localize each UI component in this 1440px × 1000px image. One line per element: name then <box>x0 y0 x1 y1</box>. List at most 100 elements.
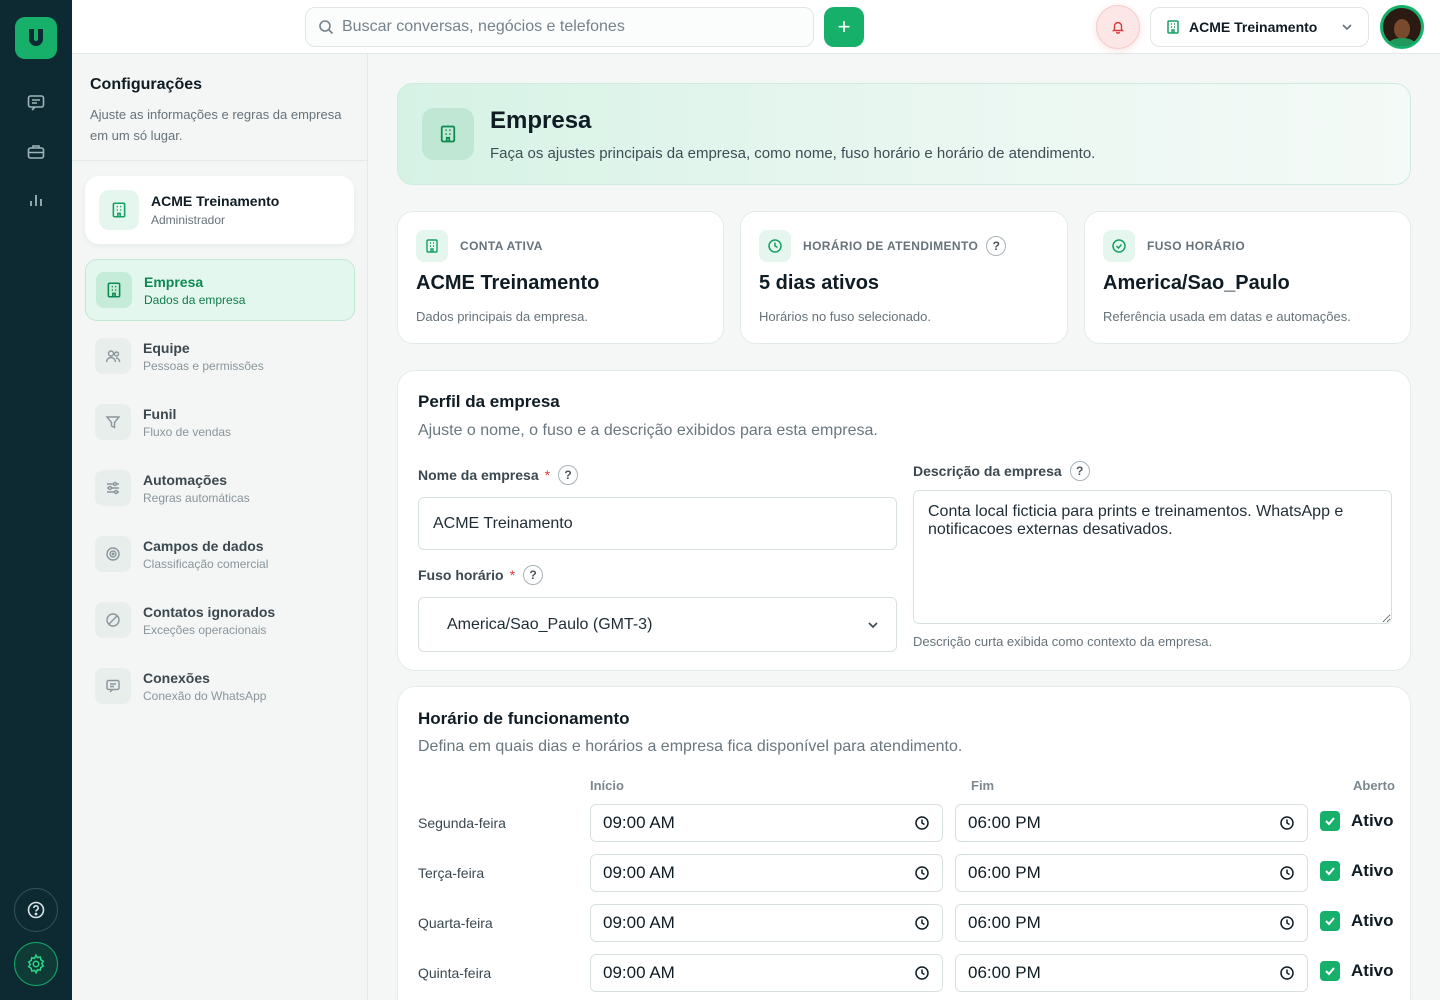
page-hero: Empresa Faça os ajustes principais da em… <box>397 83 1411 185</box>
end-time-value: 06:00 PM <box>968 963 1041 982</box>
add-button[interactable]: + <box>824 7 864 47</box>
account-name: ACME Treinamento <box>151 193 280 209</box>
company-switcher[interactable]: ACME Treinamento <box>1150 7 1369 47</box>
start-time-value: 09:00 AM <box>603 963 675 982</box>
settings-nav: Empresa Dados da empresa Equipe Pessoas e … <box>85 259 355 721</box>
page-title: Empresa <box>490 106 592 134</box>
end-time-input[interactable]: 06:00 PM <box>955 904 1308 942</box>
sliders-icon <box>95 470 131 506</box>
plus-icon: + <box>837 14 851 39</box>
nav-label: Empresa <box>144 273 204 290</box>
open-toggle[interactable]: Ativo <box>1320 961 1394 981</box>
end-time-input[interactable]: 06:00 PM <box>955 804 1308 842</box>
account-role: Administrador <box>151 213 226 227</box>
nav-item-automacoes[interactable]: Automações Regras automáticas <box>85 457 355 519</box>
chevron-down-icon <box>868 621 878 628</box>
help-icon[interactable]: ? <box>558 465 579 485</box>
description-label: Descrição da empresa? <box>913 461 1090 481</box>
help-icon[interactable]: ? <box>986 236 1007 256</box>
stat-value: ACME Treinamento <box>416 272 600 294</box>
start-time-value: 09:00 AM <box>603 913 675 932</box>
checkbox-checked-icon[interactable] <box>1320 811 1340 831</box>
company-switcher-label: ACME Treinamento <box>1189 19 1318 35</box>
help-icon[interactable]: ? <box>523 565 544 585</box>
stat-card-fuso: FUSO HORÁRIO America/Sao_Paulo Referênci… <box>1084 211 1411 344</box>
open-status: Ativo <box>1351 961 1394 980</box>
stat-desc: Referência usada em datas e automações. <box>1103 309 1351 324</box>
open-toggle[interactable]: Ativo <box>1320 911 1394 931</box>
day-label: Segunda-feira <box>418 815 506 831</box>
end-time-input[interactable]: 06:00 PM <box>955 954 1308 992</box>
app-logo-icon[interactable] <box>15 17 57 59</box>
stat-value: America/Sao_Paulo <box>1103 272 1290 294</box>
stat-card-horario: HORÁRIO DE ATENDIMENTO ? 5 dias ativos H… <box>740 211 1068 344</box>
clock-icon[interactable] <box>1279 865 1295 881</box>
required-mark: * <box>544 467 551 483</box>
nav-label: Campos de dados <box>143 537 264 554</box>
building-icon <box>99 190 139 230</box>
end-time-value: 06:00 PM <box>968 813 1041 832</box>
start-time-input[interactable]: 09:00 AM <box>590 804 943 842</box>
company-name-input[interactable] <box>418 497 897 550</box>
name-label: Nome da empresa *? <box>418 465 579 485</box>
profile-card: Perfil da empresa Ajuste o nome, o fuso … <box>397 370 1411 671</box>
end-time-input[interactable]: 06:00 PM <box>955 854 1308 892</box>
clock-icon[interactable] <box>1279 915 1295 931</box>
stat-desc: Dados principais da empresa. <box>416 309 588 324</box>
building-icon <box>1167 20 1179 34</box>
stat-label: HORÁRIO DE ATENDIMENTO <box>803 239 979 253</box>
nav-item-equipe[interactable]: Equipe Pessoas e permissões <box>85 325 355 387</box>
user-avatar[interactable] <box>1380 5 1424 49</box>
settings-gear-icon[interactable] <box>14 942 58 986</box>
timezone-label: Fuso horário *? <box>418 565 544 585</box>
chevron-down-icon <box>1342 24 1352 31</box>
checkbox-checked-icon[interactable] <box>1320 861 1340 881</box>
end-time-value: 06:00 PM <box>968 913 1041 932</box>
open-toggle[interactable]: Ativo <box>1320 811 1394 831</box>
nav-label: Equipe <box>143 339 190 356</box>
notifications-button[interactable] <box>1096 5 1140 49</box>
checkbox-checked-icon[interactable] <box>1320 911 1340 931</box>
clock-icon[interactable] <box>1279 965 1295 981</box>
check-circle-icon <box>1103 230 1135 262</box>
settings-sidebar: Configurações Ajuste as informações e re… <box>72 54 368 1000</box>
description-textarea[interactable]: Conta local ficticia para prints e trein… <box>913 490 1392 624</box>
open-status: Ativo <box>1351 911 1394 930</box>
clock-icon[interactable] <box>1279 815 1295 831</box>
start-time-input[interactable]: 09:00 AM <box>590 854 943 892</box>
nav-item-empresa[interactable]: Empresa Dados da empresa <box>85 259 355 321</box>
checkbox-checked-icon[interactable] <box>1320 961 1340 981</box>
stat-card-conta-ativa: CONTA ATIVA ACME Treinamento Dados princ… <box>397 211 724 344</box>
profile-subtitle: Ajuste o nome, o fuso e a descrição exib… <box>418 422 878 439</box>
clock-icon[interactable] <box>914 965 930 981</box>
top-bar: + ACME Treinamento <box>72 0 1440 54</box>
account-card: ACME Treinamento Administrador <box>85 176 354 244</box>
search-icon <box>319 20 334 35</box>
clock-icon[interactable] <box>914 915 930 931</box>
ban-icon <box>95 602 131 638</box>
start-time-input[interactable]: 09:00 AM <box>590 954 943 992</box>
required-mark: * <box>509 567 516 583</box>
chart-icon[interactable] <box>18 182 54 218</box>
open-toggle[interactable]: Ativo <box>1320 861 1394 881</box>
stat-label: FUSO HORÁRIO <box>1147 239 1246 253</box>
timezone-select[interactable]: America/Sao_Paulo (GMT-3) <box>418 597 897 652</box>
description-label-text: Descrição da empresa <box>913 463 1062 479</box>
clock-icon[interactable] <box>914 815 930 831</box>
nav-item-conexoes[interactable]: Conexões Conexão do WhatsApp <box>85 655 355 717</box>
timezone-value: America/Sao_Paulo (GMT-3) <box>447 615 653 633</box>
search-input[interactable] <box>342 18 782 36</box>
help-icon[interactable]: ? <box>1069 461 1090 481</box>
name-label-text: Nome da empresa <box>418 467 539 483</box>
start-time-input[interactable]: 09:00 AM <box>590 904 943 942</box>
nav-sub: Fluxo de vendas <box>143 424 232 439</box>
nav-item-contatos-ignorados[interactable]: Contatos ignorados Exceções operacionais <box>85 589 355 651</box>
users-icon <box>95 338 131 374</box>
briefcase-icon[interactable] <box>18 134 54 170</box>
search-box[interactable] <box>305 7 814 47</box>
nav-item-funil[interactable]: Funil Fluxo de vendas <box>85 391 355 453</box>
help-icon[interactable] <box>14 888 58 932</box>
nav-item-campos-de-dados[interactable]: Campos de dados Classificação comercial <box>85 523 355 585</box>
clock-icon[interactable] <box>914 865 930 881</box>
conversations-icon[interactable] <box>18 85 54 121</box>
